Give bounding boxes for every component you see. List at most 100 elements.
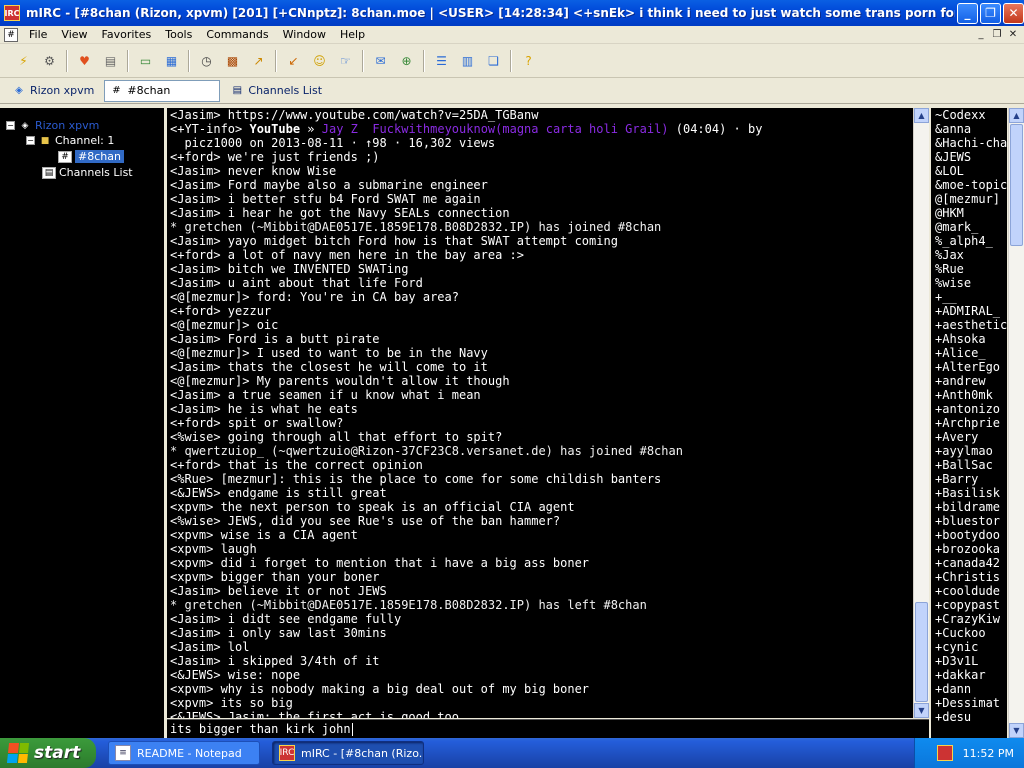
- switchbar-channels-list-button[interactable]: ▤ Channels List: [226, 80, 326, 102]
- nicklist-item[interactable]: +cynic: [935, 640, 1007, 654]
- nicklist-item[interactable]: +bildrame: [935, 500, 1007, 514]
- tree-channels-list-row[interactable]: ▤ Channels List: [42, 165, 133, 180]
- minimize-button[interactable]: _: [957, 2, 978, 24]
- dcc-icon[interactable]: ▭: [136, 51, 155, 70]
- menu-commands[interactable]: Commands: [199, 28, 275, 41]
- nicklist-item[interactable]: +desu: [935, 710, 1007, 724]
- mdi-minimize-button[interactable]: _: [974, 28, 988, 41]
- nicklist-item[interactable]: +bootydoo: [935, 528, 1007, 542]
- menu-view[interactable]: View: [54, 28, 94, 41]
- cascade-icon[interactable]: ❏: [484, 51, 503, 70]
- nicklist-item[interactable]: @HKM: [935, 206, 1007, 220]
- finger-icon[interactable]: ☞: [336, 51, 355, 70]
- message-input[interactable]: its bigger than kirk john: [167, 719, 929, 738]
- switchbar-network-button[interactable]: ◈ Rizon xpvm: [8, 80, 98, 102]
- chat-window[interactable]: <Jasim> https://www.youtube.com/watch?v=…: [167, 108, 913, 718]
- chat-scrollbar[interactable]: ▲ ▼: [913, 108, 929, 718]
- collapse-icon[interactable]: −: [6, 121, 15, 130]
- nicklist-item[interactable]: @[mezmur]: [935, 192, 1007, 206]
- channels-list-icon[interactable]: ▦: [162, 51, 181, 70]
- scroll-up-arrow-icon[interactable]: ▲: [1009, 108, 1024, 123]
- menu-window[interactable]: Window: [276, 28, 333, 41]
- nicklist-item[interactable]: +dann: [935, 682, 1007, 696]
- nicklist-item[interactable]: +Avery: [935, 430, 1007, 444]
- yt-song[interactable]: Jay Z Fuckwithmeyouknow(magna carta holi…: [322, 122, 669, 136]
- tree-server-row[interactable]: − ◈ Rizon xpvm: [6, 118, 99, 133]
- nicklist-item[interactable]: +dakkar: [935, 668, 1007, 682]
- nicklist-item[interactable]: +Ahsoka: [935, 332, 1007, 346]
- menu-favorites[interactable]: Favorites: [95, 28, 159, 41]
- nicklist-item[interactable]: +Archprie: [935, 416, 1007, 430]
- switchbar-channel-button[interactable]: # #8chan: [104, 79, 221, 102]
- nicklist-item[interactable]: +Barry: [935, 472, 1007, 486]
- nicklist-item[interactable]: +D3v1L: [935, 654, 1007, 668]
- mdi-restore-button[interactable]: ❐: [990, 28, 1004, 41]
- channel-window-icon[interactable]: #: [4, 27, 18, 42]
- close-button[interactable]: ✕: [1003, 2, 1024, 24]
- nicklist-item[interactable]: +aesthetic: [935, 318, 1007, 332]
- nicklist-item[interactable]: %wise: [935, 276, 1007, 290]
- send-file-icon[interactable]: ↗: [249, 51, 268, 70]
- nicklist-item[interactable]: +cooldude: [935, 584, 1007, 598]
- nicklist-item[interactable]: +ayylmao: [935, 444, 1007, 458]
- address-book-icon[interactable]: ▤: [101, 51, 120, 70]
- nicklist-item[interactable]: +BallSac: [935, 458, 1007, 472]
- nicklist-item[interactable]: %_alph4_: [935, 234, 1007, 248]
- menu-help[interactable]: Help: [333, 28, 372, 41]
- help-icon[interactable]: ?: [519, 51, 538, 70]
- nicklist-item[interactable]: ~Codexx: [935, 108, 1007, 122]
- nicklist-item[interactable]: +canada42: [935, 556, 1007, 570]
- nicklist[interactable]: ~Codexx &anna &Hachi-chan &JEWS &LOL &moe-top…: [931, 108, 1007, 738]
- nicklist-item[interactable]: &LOL: [935, 164, 1007, 178]
- urls-icon[interactable]: ⊕: [397, 51, 416, 70]
- nicklist-scroll-thumb[interactable]: [1010, 124, 1023, 246]
- nicklist-item[interactable]: +brozooka: [935, 542, 1007, 556]
- timer-icon[interactable]: ◷: [197, 51, 216, 70]
- maximize-button[interactable]: ❐: [980, 2, 1001, 24]
- mirc-tray-icon[interactable]: [936, 745, 953, 761]
- favorites-icon[interactable]: ♥: [75, 51, 94, 70]
- nicklist-item[interactable]: +andrew: [935, 374, 1007, 388]
- clock[interactable]: 11:52 PM: [963, 747, 1014, 760]
- nicklist-item[interactable]: %Jax: [935, 248, 1007, 262]
- connect-icon[interactable]: ⚡: [14, 51, 33, 70]
- get-file-icon[interactable]: ↙: [284, 51, 303, 70]
- nicklist-item[interactable]: &anna: [935, 122, 1007, 136]
- notify-icon[interactable]: ✉: [371, 51, 390, 70]
- nicklist-item[interactable]: %Rue: [935, 262, 1007, 276]
- options-icon[interactable]: ⚙: [40, 51, 59, 70]
- colors-icon[interactable]: ▩: [223, 51, 242, 70]
- chat-icon[interactable]: ☺: [310, 51, 329, 70]
- nicklist-item[interactable]: +AlterEgo: [935, 360, 1007, 374]
- nicklist-item[interactable]: +Alice_: [935, 346, 1007, 360]
- nicklist-item[interactable]: +Dessimat: [935, 696, 1007, 710]
- nicklist-item[interactable]: +Basilisk: [935, 486, 1007, 500]
- collapse-icon[interactable]: −: [26, 136, 35, 145]
- tree-channel-row[interactable]: # #8chan: [58, 149, 124, 164]
- taskbar-notepad-button[interactable]: ≡ README - Notepad: [108, 741, 260, 765]
- menu-tools[interactable]: Tools: [158, 28, 199, 41]
- nicklist-item[interactable]: +CrazyKiw: [935, 612, 1007, 626]
- nicklist-item[interactable]: &moe-topic: [935, 178, 1007, 192]
- nicklist-scrollbar[interactable]: ▲ ▼: [1008, 108, 1024, 738]
- tree-channel-group-row[interactable]: − ■ Channel: 1: [26, 133, 114, 148]
- nicklist-item[interactable]: +Christis: [935, 570, 1007, 584]
- tile-vertical-icon[interactable]: ▥: [458, 51, 477, 70]
- taskbar-mirc-button[interactable]: IRC mIRC - [#8chan (Rizo...: [272, 741, 424, 765]
- nicklist-item[interactable]: +bluestor: [935, 514, 1007, 528]
- scroll-down-arrow-icon[interactable]: ▼: [1009, 723, 1024, 738]
- mirc-app-icon[interactable]: IRC: [4, 5, 20, 21]
- nicklist-item[interactable]: &JEWS: [935, 150, 1007, 164]
- scroll-down-arrow-icon[interactable]: ▼: [914, 703, 929, 718]
- tile-horizontal-icon[interactable]: ☰: [432, 51, 451, 70]
- nicklist-item[interactable]: +Cuckoo: [935, 626, 1007, 640]
- chat-scroll-thumb[interactable]: [915, 602, 928, 702]
- menu-file[interactable]: File: [22, 28, 54, 41]
- nicklist-item[interactable]: +copypast: [935, 598, 1007, 612]
- mdi-close-button[interactable]: ✕: [1006, 28, 1020, 41]
- nicklist-item[interactable]: @mark_: [935, 220, 1007, 234]
- title-bar[interactable]: IRC mIRC - [#8chan (Rizon, xpvm) [201] […: [0, 0, 1024, 26]
- start-button[interactable]: start: [0, 738, 96, 768]
- scroll-up-arrow-icon[interactable]: ▲: [914, 108, 929, 123]
- nicklist-item[interactable]: +Anth0mk: [935, 388, 1007, 402]
